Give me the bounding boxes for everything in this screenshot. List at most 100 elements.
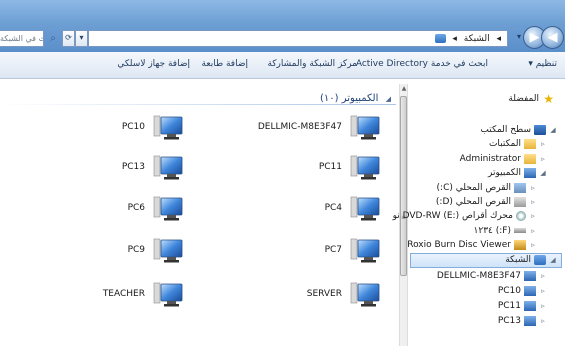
nav-label: القرص المحلي (C:) [436,183,511,193]
nav-net-pc10[interactable]: ▹ PC10 [498,285,547,298]
expander-open-icon[interactable]: ◢ [549,124,557,137]
nav-network[interactable]: ◢ الشبكة [410,253,562,268]
drive-d-icon [514,196,526,207]
computer-tile[interactable]: PC6 [27,194,187,224]
expander-closed-icon[interactable]: ▹ [539,138,547,151]
monitor-icon [153,282,183,307]
computer-tile[interactable]: DELLMIC-M8E3F47 [224,113,384,143]
computer-tile[interactable]: PC13 [27,153,187,183]
nav-drive-c[interactable]: ▹ القرص المحلي (C:) [437,182,537,195]
computer-tile[interactable]: PC7 [224,236,384,266]
nav-net-pc13[interactable]: ▹ PC13 [498,315,547,328]
group-header-computer[interactable]: ◢ الكمبيوتر (١٠) [320,93,391,104]
expander-closed-icon[interactable]: ▹ [529,225,537,238]
computer-tile[interactable]: PC4 [224,194,384,224]
search-input[interactable]: بحث في الشبكة [0,30,44,47]
nav-net-dellmic[interactable]: ▹ DELLMIC-M8E3F47 [437,270,547,283]
computer-name: PC6 [127,203,145,213]
nav-label: (F:) ١٢٣٤ [473,226,511,236]
breadcrumb-sep-icon: ◂ [452,34,457,44]
collapse-triangle-icon[interactable]: ◢ [386,95,391,103]
expander-closed-icon[interactable]: ▹ [539,315,547,328]
computer-tile[interactable]: SERVER [224,280,384,310]
computer-name: PC9 [127,245,145,255]
organize-button[interactable]: تنظيم ▾ [528,59,557,69]
computer-tile[interactable]: TEACHER [27,280,187,310]
expander-closed-icon[interactable]: ▹ [529,210,537,223]
monitor-icon [350,196,380,221]
expander-closed-icon[interactable]: ▹ [539,270,547,283]
address-dropdown-button[interactable]: ▾ [75,30,88,47]
monitor-icon [350,238,380,263]
nav-label: DELLMIC-M8E3F47 [436,271,521,281]
nav-drive-d[interactable]: ▹ القرص المحلي (D:) [436,196,537,209]
group-divider [0,104,396,105]
computer-name: PC7 [324,245,342,255]
scroll-up-icon[interactable]: ▲ [400,84,408,93]
nav-label: PC10 [497,286,521,296]
monitor-icon [153,115,183,140]
network-sharing-center-button[interactable]: مركز الشبكة والمشاركة [267,59,357,69]
expander-open-icon[interactable]: ◢ [549,254,557,267]
nav-drive-e[interactable]: ▹ محرك أقراص DVD-RW (E:) نو [393,210,537,223]
nav-drive-f[interactable]: ▹ (F:) ١٢٣٤ [474,225,537,238]
drive-c-icon [514,182,526,193]
computer-name: TEACHER [102,289,145,299]
nav-label: Administrator [459,154,521,164]
nav-label: القرص المحلي (D:) [435,197,511,207]
address-bar[interactable]: ◂ الشبكة ◂ [88,30,508,47]
network-icon [434,34,446,43]
desktop-icon [534,124,546,135]
breadcrumb-network[interactable]: الشبكة [464,34,490,44]
computer-name: PC4 [324,203,342,213]
nav-computer[interactable]: ◢ الكمبيوتر [488,167,547,180]
monitor-icon [350,155,380,180]
computer-tile[interactable]: PC10 [27,113,187,143]
nav-desktop[interactable]: ◢ سطح المكتب [480,124,557,137]
monitor-icon [153,155,183,180]
nav-label: المكتبات [488,139,521,149]
nav-administrator[interactable]: ▹ Administrator [460,153,547,166]
expander-closed-icon[interactable]: ▹ [539,285,547,298]
nav-label: الكمبيوتر [488,168,521,178]
monitor-icon [153,196,183,221]
nav-favorites[interactable]: ★ المفضلة [508,93,557,106]
removable-drive-icon [514,228,526,233]
user-folder-icon [524,153,536,164]
refresh-button[interactable]: ⟳ [62,30,75,47]
computer-icon [524,167,536,178]
nav-label: PC13 [497,316,521,326]
computer-name: PC11 [318,162,342,172]
computer-tile[interactable]: PC11 [224,153,384,183]
nav-label: المفضلة [508,94,539,104]
expander-closed-icon[interactable]: ▹ [539,153,547,166]
computer-icon [524,285,536,296]
search-active-directory-button[interactable]: ابحث في خدمة Active Directory [356,59,488,69]
back-button[interactable]: ◀ [541,26,564,49]
expander-closed-icon[interactable]: ▹ [529,239,537,252]
window-top-bar: بحث في الشبكة ⌕ ⟳ ▾ ◂ الشبكة ◂ ▾ ▶ ◀ [0,0,565,52]
breadcrumb-sep-icon: ◂ [496,34,501,44]
star-icon: ★ [543,91,554,106]
expander-closed-icon[interactable]: ▹ [529,182,537,195]
scroll-thumb[interactable] [400,96,407,276]
library-folder-icon [524,138,536,149]
search-icon[interactable]: ⌕ [46,30,60,47]
monitor-icon [350,115,380,140]
dvd-drive-icon [516,210,526,221]
nav-roxio[interactable]: ▹ Roxio Burn Disc Viewer [407,239,537,252]
computer-tile[interactable]: PC9 [27,236,187,266]
expander-open-icon[interactable]: ◢ [539,167,547,180]
nav-net-pc11[interactable]: ▹ PC11 [498,300,547,313]
expander-closed-icon[interactable]: ▹ [529,196,537,209]
add-printer-button[interactable]: إضافة طابعة [202,59,248,69]
nav-libraries[interactable]: ▹ المكتبات [489,138,547,151]
breadcrumb: ◂ الشبكة ◂ [431,32,501,46]
nav-label: PC11 [497,301,521,311]
computer-name: SERVER [306,289,342,299]
add-wireless-device-button[interactable]: إضافة جهاز لاسلكي [117,59,190,69]
expander-closed-icon[interactable]: ▹ [539,300,547,313]
nav-label: محرك أقراص DVD-RW (E:) نو [392,211,513,221]
nav-label: الشبكة [505,255,531,265]
disc-viewer-icon [514,239,526,250]
